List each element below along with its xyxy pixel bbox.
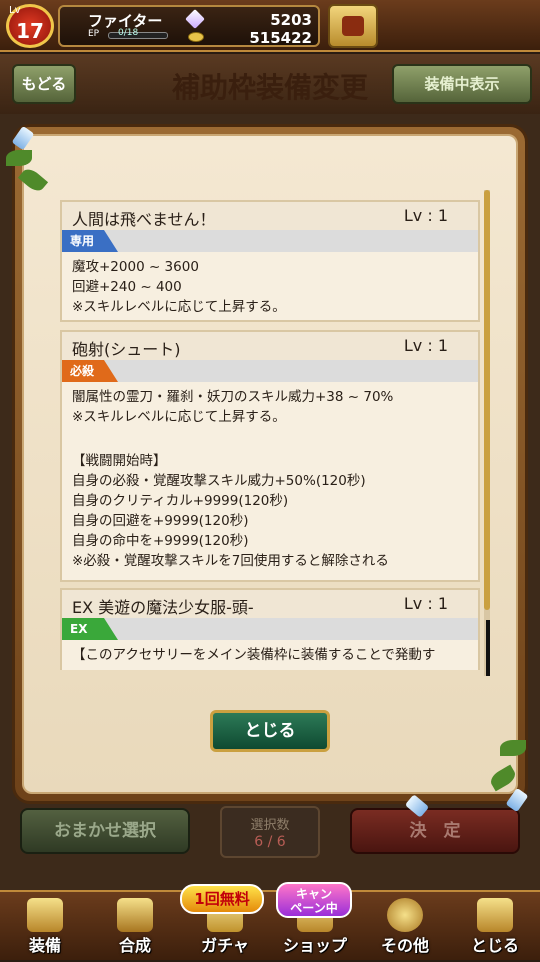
page-title: 補助枠装備変更 xyxy=(171,71,368,104)
level-badge: Lv 17 xyxy=(6,4,54,48)
equip-icon xyxy=(27,898,63,932)
skill-tag: 必殺 xyxy=(62,360,118,382)
auto-select-button[interactable]: おまかせ選択 xyxy=(20,808,190,854)
vine-leaf-decoration xyxy=(6,150,32,166)
level-value: 17 xyxy=(16,19,44,43)
nav-item-other[interactable]: その他 xyxy=(360,892,450,962)
skill-level: Lv : 1 xyxy=(403,336,448,355)
ep-label: EP xyxy=(88,29,100,39)
level-tag: Lv xyxy=(9,5,21,16)
skill-tag: 専用 xyxy=(62,230,118,252)
select-count-label: 選択数 xyxy=(250,818,290,833)
skill-tag: EX xyxy=(62,618,118,640)
book-icon xyxy=(342,16,364,36)
skill-desc-line: 【このアクセサリーをメイン装備枠に装備することで発動す xyxy=(72,647,436,663)
nav-label: 装備 xyxy=(28,936,61,955)
nav-label: ショップ xyxy=(282,936,347,955)
skill-desc-line: 回避+240 ~ 400 xyxy=(72,279,182,295)
skill-card: 人間は飛べません！ Lv : 1 専用 魔攻+2000 ~ 3600 回避+24… xyxy=(60,200,480,322)
back-button[interactable]: もどる xyxy=(12,64,76,104)
skill-header: 人間は飛べません！ Lv : 1 xyxy=(62,202,478,230)
skill-card: 砲射(シュート) Lv : 1 必殺 闇属性の霊刀・羅刹・妖刀のスキル威力+38… xyxy=(60,330,480,582)
skill-level: Lv : 1 xyxy=(403,594,448,613)
skill-header: 砲射(シュート) Lv : 1 xyxy=(62,332,478,360)
bottom-nav: 装備 合成 ガチャ ショップ その他 とじる xyxy=(0,890,540,960)
skill-tag-row: EX xyxy=(62,618,478,640)
nav-label: その他 xyxy=(380,936,429,955)
skill-name: 砲射(シュート) xyxy=(72,340,181,359)
hammer-icon xyxy=(117,898,153,932)
ep-value: 0/18 xyxy=(118,28,139,38)
coin-icon xyxy=(188,32,204,42)
skill-tag-row: 専用 xyxy=(62,230,478,252)
skill-desc-line: 魔攻+2000 ~ 3600 xyxy=(72,259,199,275)
nav-label: ガチャ xyxy=(201,936,249,955)
skill-desc-line: 自身の必殺・覚醒攻撃スキル威力+50%(120秒) xyxy=(72,473,366,489)
skill-level: Lv : 1 xyxy=(403,206,448,225)
confirm-button[interactable]: 決 定 xyxy=(350,808,520,854)
skill-desc-line: 自身のクリティカル+9999(120秒) xyxy=(72,493,289,509)
skill-desc-line: 自身の命中を+9999(120秒) xyxy=(72,533,249,549)
gacha-free-badge: 1回無料 xyxy=(180,884,264,914)
select-count-box: 選択数 6 / 6 xyxy=(220,806,320,858)
close-modal-button[interactable]: とじる xyxy=(210,710,330,752)
skill-name: 人間は飛べません！ xyxy=(72,210,216,229)
skill-card: EX 美遊の魔法少女服-頭- Lv : 1 EX 【このアクセサリーをメイン装備… xyxy=(60,588,480,670)
player-status-plate: ファイター EP 0/18 5203 515422 xyxy=(58,5,320,47)
page-header: もどる 補助枠装備変更 装備中表示 xyxy=(0,54,540,114)
skill-desc-line: 闇属性の霊刀・羅刹・妖刀のスキル威力+38 ~ 70% xyxy=(72,389,394,405)
nav-item-close[interactable]: とじる xyxy=(450,892,540,962)
skill-header: EX 美遊の魔法少女服-頭- Lv : 1 xyxy=(62,590,478,618)
skill-desc-line: ※必殺・覚醒攻撃スキルを7回使用すると解除される xyxy=(72,553,389,569)
skill-desc-line: ※スキルレベルに応じて上昇する。 xyxy=(72,409,286,425)
nav-item-synthesis[interactable]: 合成 xyxy=(90,892,180,962)
skill-name: EX 美遊の魔法少女服-頭- xyxy=(72,598,254,617)
vine-leaf-decoration xyxy=(500,740,526,756)
gem-icon xyxy=(185,9,205,29)
close-icon xyxy=(477,898,513,932)
gem-count: 5203 xyxy=(270,11,312,29)
menu-book-button[interactable] xyxy=(328,4,378,48)
nav-label: 合成 xyxy=(118,936,151,955)
shop-campaign-badge: キャン ペーン中 xyxy=(276,882,352,918)
select-count-value: 6 / 6 xyxy=(254,834,286,850)
skill-desc-line: 自身の回避を+9999(120秒) xyxy=(72,513,249,529)
scrollbar-marker xyxy=(486,620,490,676)
nav-label: とじる xyxy=(470,936,519,955)
show-equipped-button[interactable]: 装備中表示 xyxy=(392,64,532,104)
scrollbar-thumb[interactable] xyxy=(484,190,490,610)
skill-tag-row: 必殺 xyxy=(62,360,478,382)
coin-count: 515422 xyxy=(249,29,312,47)
skill-desc-line: ※スキルレベルに応じて上昇する。 xyxy=(72,299,286,315)
gear-icon xyxy=(387,898,423,932)
skill-desc-line: 【戦闘開始時】 xyxy=(72,453,167,469)
nav-item-equip[interactable]: 装備 xyxy=(0,892,90,962)
skill-list[interactable]: 人間は飛べません！ Lv : 1 専用 魔攻+2000 ~ 3600 回避+24… xyxy=(60,200,480,670)
